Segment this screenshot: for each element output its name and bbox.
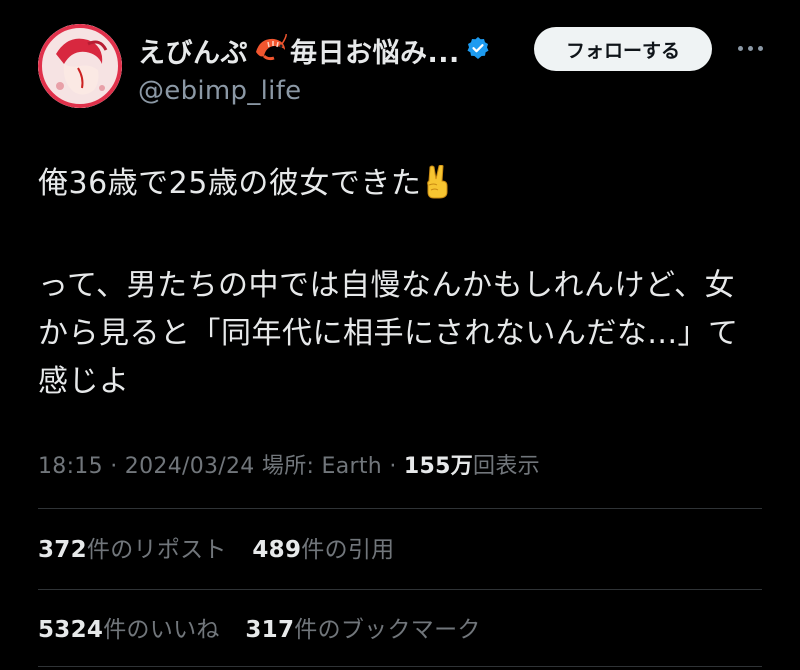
tweet-time[interactable]: 18:15 [38,454,103,479]
display-name-suffix[interactable]: 毎日お悩み... [290,31,460,70]
reposts-stat[interactable]: 372件のリポスト [38,530,227,564]
bookmarks-count: 317 [245,617,295,643]
bookmarks-label: 件のブックマーク [294,617,481,643]
more-dot [737,45,743,51]
tweet-detail-page: えびんぷ 毎日お悩み... @ebimp_life フォローする 俺36歳で25… [0,0,800,670]
tweet-line-2: って、男たちの中では自慢なんかもしれんけど、女 [38,268,735,303]
tweet-header: えびんぷ 毎日お悩み... @ebimp_life フォローする [38,24,776,114]
stats-row-reposts: 372件のリポスト 489件の引用 [38,530,768,564]
divider [38,508,762,509]
quotes-count: 489 [252,537,302,563]
shrimp-icon [252,33,288,66]
display-name[interactable]: えびんぷ [138,31,248,70]
user-handle[interactable]: @ebimp_life [138,76,538,106]
avatar[interactable] [38,24,122,108]
reposts-label: 件のリポスト [86,537,227,563]
more-icon[interactable] [728,36,772,60]
bookmarks-stat[interactable]: 317件のブックマーク [245,610,480,644]
divider [38,666,762,667]
tweet-line-4: 感じよ [38,364,130,399]
tweet-text: 俺36歳で25歳の彼女できた って、男たちの中では自慢なんかもしれんけど、女 か… [38,160,768,406]
user-info: えびんぷ 毎日お悩み... @ebimp_life [138,32,538,106]
tweet-date[interactable]: 2024/03/24 [125,454,255,479]
quotes-label: 件の引用 [301,537,395,563]
meta-separator: · [389,454,397,479]
tweet-line-1: 俺36歳で25歳の彼女できた [38,166,422,201]
name-row[interactable]: えびんぷ 毎日お悩み... [138,31,538,70]
tweet-location: 場所: Earth [261,454,383,479]
likes-label: 件のいいね [103,617,220,643]
more-dot [757,45,763,51]
meta-separator: · [110,454,118,479]
tweet-meta: 18:15 · 2024/03/24 場所: Earth · 155万回表示 [38,448,768,480]
views-count: 155万 [403,454,474,479]
divider [38,589,762,590]
tweet-line-3: から見ると「同年代に相手にされないんだな...」て [38,316,739,351]
reposts-count: 372 [38,537,87,563]
stats-row-likes: 5324件のいいね 317件のブックマーク [38,610,768,644]
verified-icon [466,36,490,64]
more-dot [747,45,753,51]
quotes-stat[interactable]: 489件の引用 [252,530,394,564]
avatar-illustration [38,24,122,108]
views-label: 回表示 [473,454,540,479]
follow-button[interactable]: フォローする [534,27,712,71]
likes-count: 5324 [38,617,104,643]
victory-hand-icon [423,164,451,214]
tweet-line: 俺36歳で25歳の彼女できた [38,160,768,214]
likes-stat[interactable]: 5324件のいいね [38,610,220,644]
